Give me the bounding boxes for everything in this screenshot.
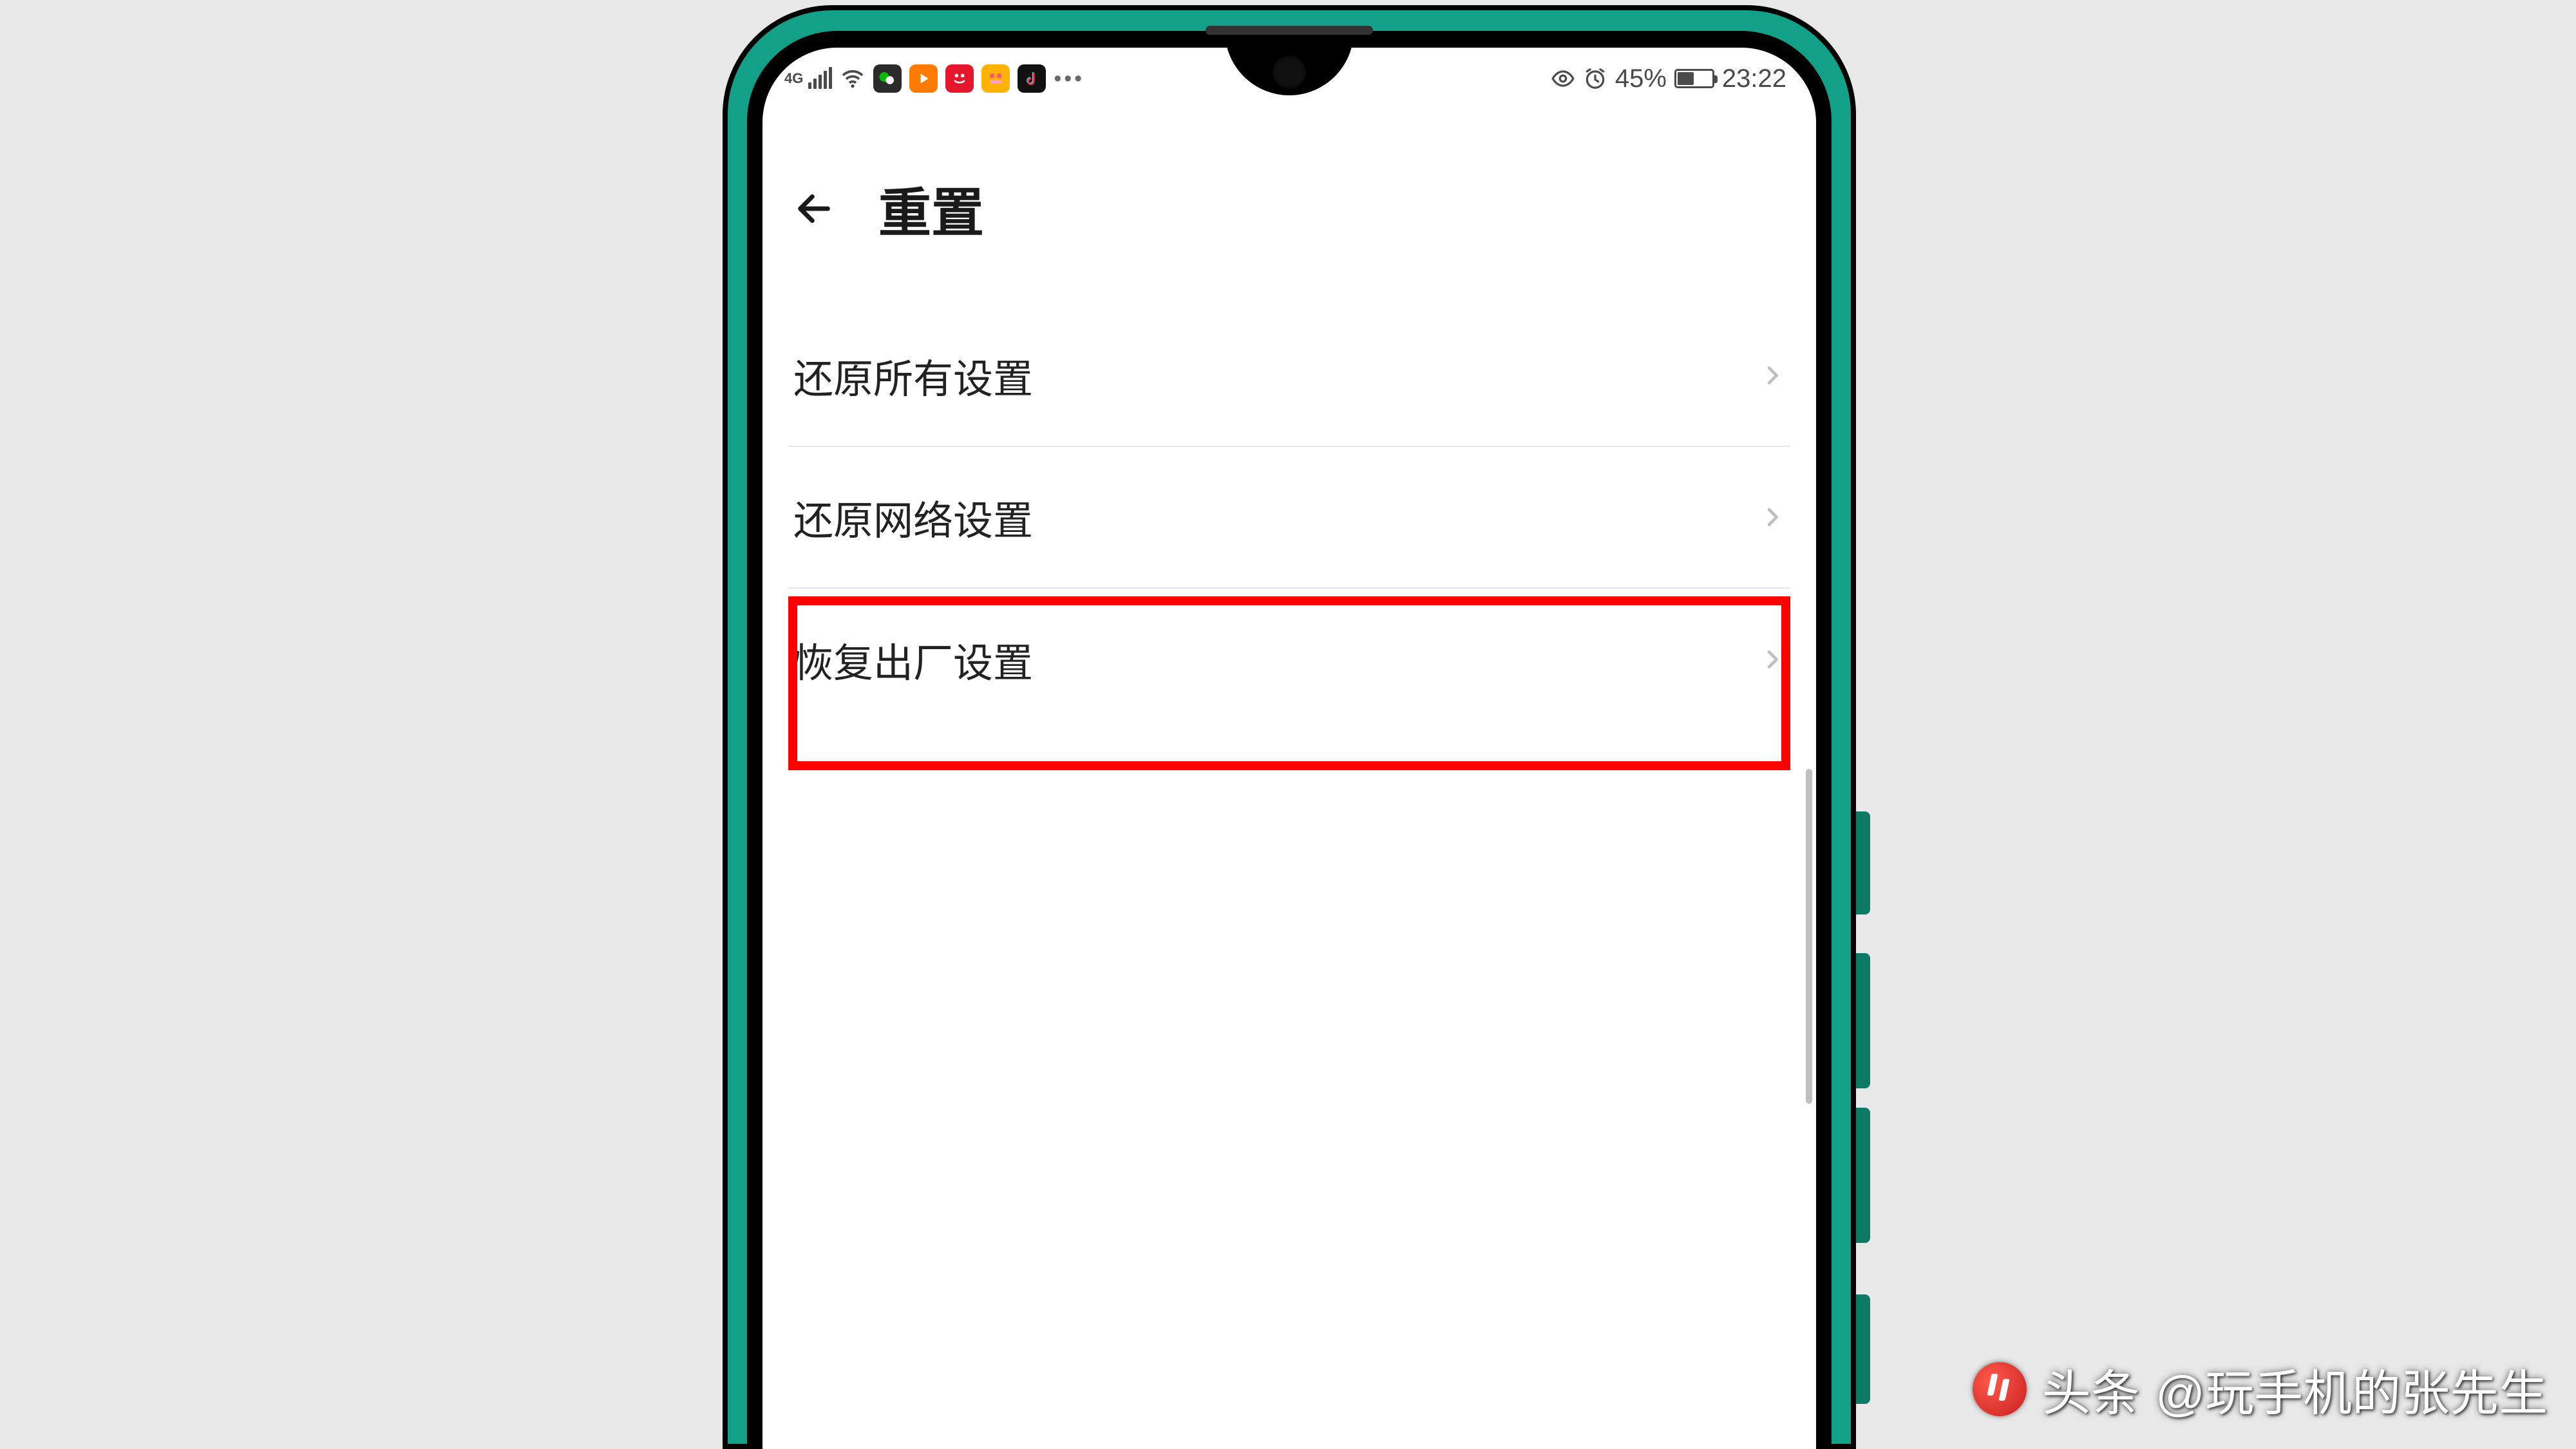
signal-bars-icon xyxy=(808,68,832,89)
list-item-label: 恢复出厂设置 xyxy=(793,630,1033,688)
status-bar-right: 45% 23:22 xyxy=(1551,64,1786,93)
list-item-label: 还原网络设置 xyxy=(793,488,1033,546)
face-icon xyxy=(981,64,1010,93)
toutiao-logo-icon xyxy=(1973,1362,2027,1416)
settings-list: 还原所有设置 还原网络设置 恢复出厂设置 xyxy=(788,305,1790,730)
side-button xyxy=(1856,953,1870,1088)
scrollbar-indicator[interactable] xyxy=(1806,769,1812,1104)
watermark-brand: 头条 xyxy=(2042,1354,2140,1425)
phone-speaker xyxy=(1206,26,1373,35)
list-item-reset-network[interactable]: 还原网络设置 xyxy=(788,447,1790,589)
phone-screen: 4G xyxy=(762,48,1816,1449)
phone-frame: 4G xyxy=(723,0,1856,1449)
side-button xyxy=(1856,1294,1870,1404)
back-button[interactable] xyxy=(788,183,840,234)
back-arrow-icon xyxy=(793,188,835,229)
status-bar-left: 4G xyxy=(784,64,1084,93)
battery-icon xyxy=(1674,69,1714,88)
battery-percent-label: 45% xyxy=(1615,64,1667,93)
front-camera xyxy=(1273,55,1306,89)
watermark-at: @ xyxy=(2155,1367,2205,1421)
chevron-right-icon xyxy=(1759,647,1785,672)
video-icon xyxy=(909,64,938,93)
side-button xyxy=(1856,1108,1870,1243)
watermark-author: 玩手机的张先生 xyxy=(2205,1367,2548,1421)
network-type-label: 4G xyxy=(784,70,803,87)
alarm-clock-icon xyxy=(1583,66,1607,91)
weibo-icon xyxy=(945,64,974,93)
chevron-right-icon xyxy=(1759,363,1785,388)
page-header: 重置 xyxy=(762,170,1816,247)
clock-label: 23:22 xyxy=(1722,64,1786,93)
douyin-icon xyxy=(1018,64,1046,93)
side-button xyxy=(1856,811,1870,914)
page-title: 重置 xyxy=(878,170,984,247)
eye-icon xyxy=(1551,66,1575,91)
chevron-right-icon xyxy=(1759,504,1785,530)
more-apps-icon: ••• xyxy=(1054,66,1084,91)
list-item-label: 还原所有设置 xyxy=(793,346,1033,404)
list-item-reset-all[interactable]: 还原所有设置 xyxy=(788,305,1790,447)
list-item-factory-reset[interactable]: 恢复出厂设置 xyxy=(788,589,1790,730)
wifi-icon xyxy=(840,66,866,91)
watermark: 头条 @玩手机的张先生 xyxy=(1973,1354,2548,1425)
wechat-icon xyxy=(873,64,902,93)
